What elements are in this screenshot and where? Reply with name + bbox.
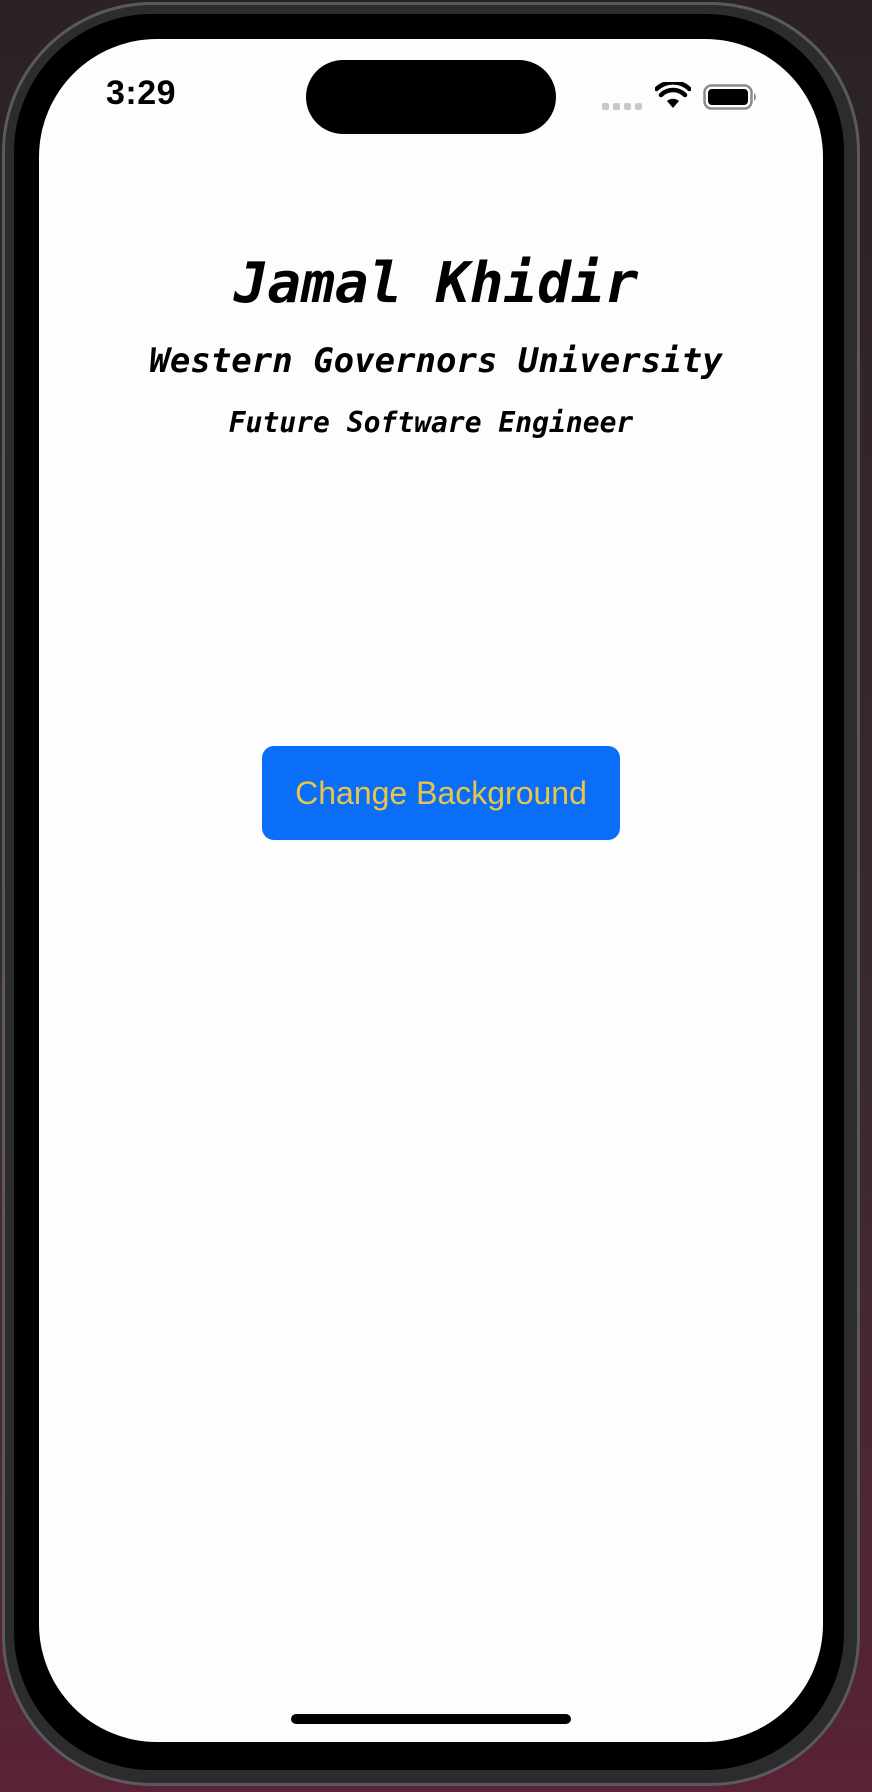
profile-name: Jamal Khidir	[233, 251, 639, 316]
status-bar-time: 3:29	[106, 74, 177, 112]
wifi-icon	[655, 82, 691, 108]
change-background-button[interactable]: Change Background	[262, 746, 620, 840]
profile-role: Future Software Engineer	[228, 406, 634, 439]
cellular-signal-icon	[602, 103, 642, 110]
battery-icon	[703, 84, 756, 110]
dynamic-island	[306, 60, 556, 134]
home-indicator[interactable]	[291, 1714, 571, 1724]
profile-school: Western Governors University	[149, 341, 723, 381]
